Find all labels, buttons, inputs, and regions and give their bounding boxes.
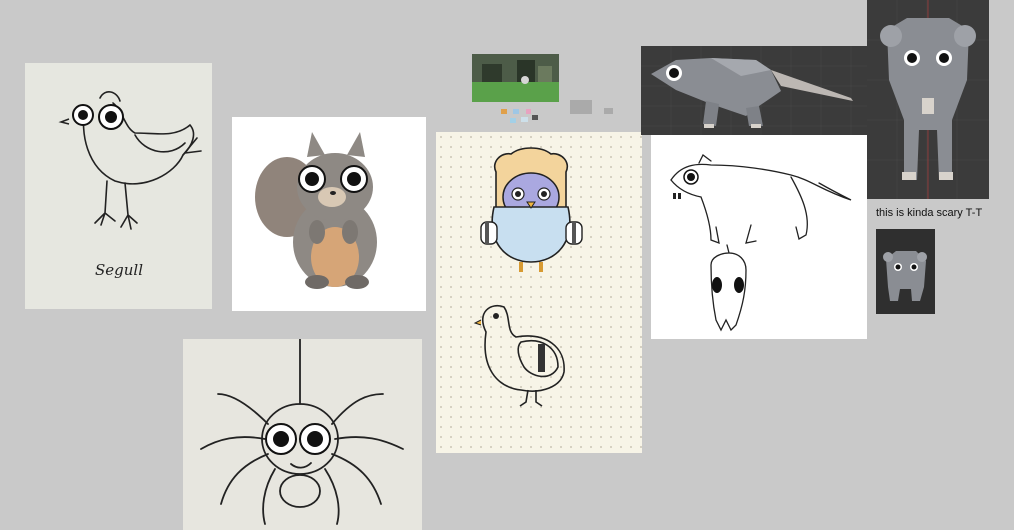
spider-drawing-card[interactable]: [183, 339, 422, 530]
seagull-label: Segull: [95, 261, 144, 279]
seagull-drawing-card[interactable]: Segull: [25, 63, 212, 309]
color-swatch[interactable]: [570, 100, 592, 114]
rat-3d-side-icon: [641, 46, 869, 135]
rat-3d-front-icon: [867, 0, 989, 199]
color-swatch[interactable]: [501, 109, 507, 114]
rat-model-caption: this is kinda scary T-T: [876, 207, 983, 219]
color-swatch[interactable]: [532, 115, 538, 120]
squirrel-drawing-icon: [255, 132, 377, 289]
rat-3d-front-card[interactable]: [867, 0, 989, 199]
color-swatch[interactable]: [521, 117, 528, 122]
rat-3d-small-card[interactable]: [876, 229, 935, 314]
color-swatch[interactable]: [526, 109, 531, 114]
color-swatch[interactable]: [510, 118, 516, 123]
pigeon-drawings-icon: [473, 147, 583, 407]
pigeon-drawings-card[interactable]: [436, 132, 642, 453]
rat-3d-small-icon: [883, 251, 927, 301]
rat-sketch-card[interactable]: [651, 135, 867, 339]
spider-drawing-icon: [200, 339, 404, 525]
rat-sketch-icon: [670, 154, 852, 332]
rat-3d-side-card[interactable]: [641, 46, 869, 135]
color-swatch[interactable]: [513, 109, 519, 114]
squirrel-drawing-card[interactable]: [232, 117, 426, 311]
game-screenshot-thumbnail[interactable]: [472, 54, 559, 102]
color-swatch[interactable]: [604, 108, 613, 114]
game-screenshot-icon: [472, 54, 559, 102]
